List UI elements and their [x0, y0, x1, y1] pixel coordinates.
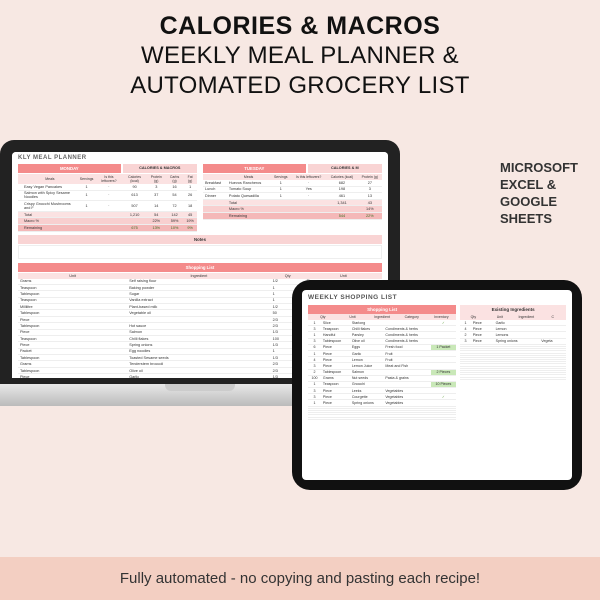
day-monday-header: MONDAY	[18, 164, 121, 173]
laptop-notch	[165, 384, 235, 391]
calories-macros-header: CALORIES & M	[308, 164, 382, 173]
tablet-mockup: WEEKLY SHOPPING LIST Shopping List QtyUn…	[292, 280, 582, 490]
title-line-3: AUTOMATED GROCERY LIST	[20, 71, 580, 101]
sheet-title: KLY MEAL PLANNER	[12, 152, 388, 164]
tuesday-block: TUESDAY CALORIES & M MealsServingsIs thi…	[203, 164, 382, 232]
title-line-1: CALORIES & MACROS	[20, 12, 580, 41]
notes-body	[18, 245, 382, 259]
title-line-2: WEEKLY MEAL PLANNER &	[20, 41, 580, 71]
day-tuesday-header: TUESDAY	[203, 164, 306, 173]
monday-table: MealsServingsIs this leftovers?Calories …	[18, 174, 197, 232]
existing-ingredients-block: Existing Ingredients QtyUnitIngredientC …	[460, 305, 566, 420]
calories-macros-header: CALORIES & MACROS	[123, 164, 197, 173]
shopping-list-block: Shopping List QtyUnitIngredientCategoryI…	[308, 305, 456, 420]
existing-ingredients-header: Existing Ingredients	[460, 305, 566, 314]
notes-header: Notes	[18, 235, 382, 244]
tablet-screen: WEEKLY SHOPPING LIST Shopping List QtyUn…	[302, 290, 572, 480]
shopping-list-header: Shopping List	[308, 305, 456, 314]
header: CALORIES & MACROS WEEKLY MEAL PLANNER & …	[0, 0, 600, 107]
shopping-list-table: 1SliceStarlong✓3TeaspoonChilli flakesCon…	[308, 320, 456, 420]
tablet-sheet-title: WEEKLY SHOPPING LIST	[302, 290, 572, 305]
footer-tagline: Fully automated - no copying and pasting…	[0, 557, 600, 600]
monday-block: MONDAY CALORIES & MACROS MealsServingsIs…	[18, 164, 197, 232]
shopping-list-header: Shopping List	[18, 263, 382, 272]
existing-ingredients-table: 1PieceGarlic4PieceLemon2PieceLemons3Piec…	[460, 320, 566, 380]
platforms-badge: MICROSOFT EXCEL & GOOGLE SHEETS	[500, 160, 578, 228]
tuesday-table: MealsServingsIs this leftovers?Calories …	[203, 174, 382, 220]
